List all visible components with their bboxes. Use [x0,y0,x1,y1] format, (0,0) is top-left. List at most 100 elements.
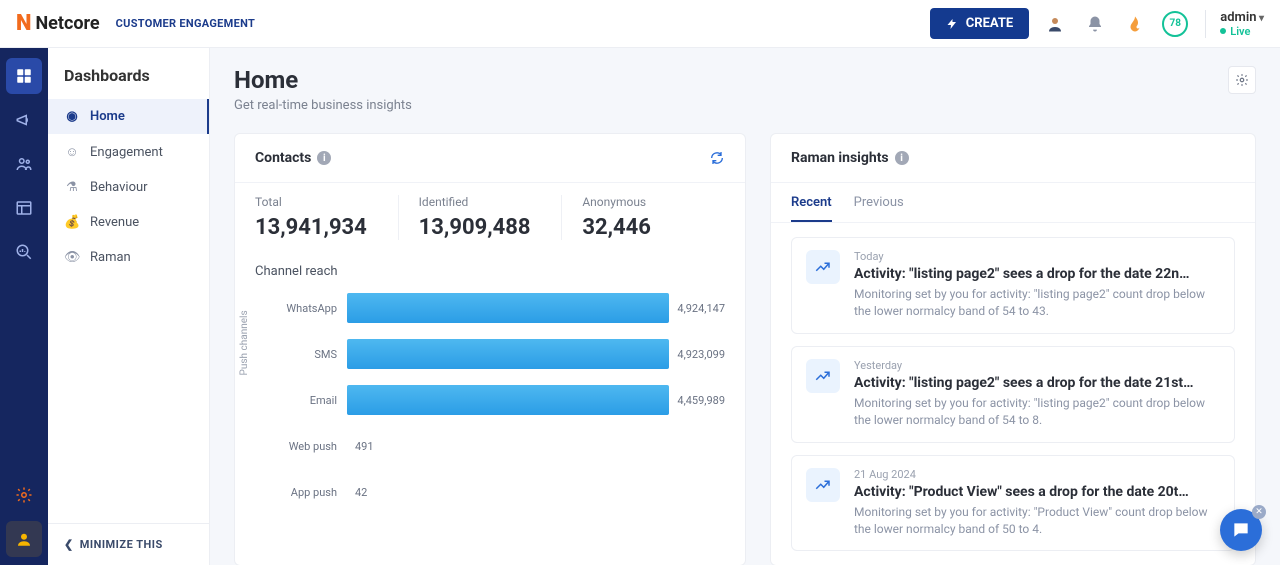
chart-row: Email4,459,989 [275,377,725,423]
info-icon[interactable]: i [317,151,331,165]
info-icon[interactable]: i [895,151,909,165]
rail-item-analytics[interactable] [6,234,42,270]
product-tag: CUSTOMER ENGAGEMENT [116,17,255,30]
sidebar-item-raman[interactable]: 👁 Raman [48,240,209,275]
fire-icon [1126,15,1144,33]
page-settings-button[interactable] [1228,66,1256,94]
gear-icon [1235,73,1249,87]
sidebar-item-revenue[interactable]: 💰 Revenue [48,205,209,240]
insight-icon [806,468,840,502]
account-menu[interactable]: admin Live [1205,10,1264,38]
chart-row-track: 42 [347,486,725,499]
megaphone-icon [15,111,33,129]
raman-card: Raman insights i Recent Previous TodayAc… [770,133,1256,565]
trend-up-icon [814,476,832,494]
insight-card[interactable]: 21 Aug 2024Activity: "Product View" sees… [791,455,1235,552]
globe-icon: ◉ [64,109,80,124]
rail-item-profile[interactable] [6,521,42,557]
lightning-icon [946,17,958,31]
stat-value: 32,446 [582,215,713,240]
rail-item-content[interactable] [6,190,42,226]
chart-row-label: Email [275,394,347,407]
page-subtitle: Get real-time business insights [234,98,412,113]
chart-bar [347,385,669,415]
chart-bar [347,293,669,323]
chart-row-value: 491 [347,440,374,453]
chart-row-value: 4,924,147 [669,302,725,315]
minimize-label: MINIMIZE THIS [80,538,163,551]
refresh-icon [709,150,725,166]
chart-row: App push42 [275,469,725,515]
chevron-left-icon: ❮ [64,538,74,551]
insight-title: Activity: "listing page2" sees a drop fo… [854,375,1220,391]
grid-icon [15,67,33,85]
insight-title: Activity: "Product View" sees a drop for… [854,484,1220,500]
chart-row-value: 4,923,099 [669,348,725,361]
sidebar-item-label: Home [90,109,125,124]
sidebar-item-home[interactable]: ◉ Home [48,99,209,134]
sidebar-title: Dashboards [48,48,209,99]
sidebar-item-label: Engagement [90,145,163,160]
chart-row-label: Web push [275,440,347,453]
stat-anonymous: Anonymous 32,446 [561,195,725,240]
search-analytics-icon [15,243,33,261]
refresh-button[interactable] [709,150,725,166]
rail-item-dashboards[interactable] [6,58,42,94]
chart-y-axis-label: Push channels [239,310,250,375]
bag-icon: 💰 [64,215,80,230]
raman-score-badge[interactable]: 78 [1161,10,1189,38]
contacts-card: Contacts i Total 13,941,934 Identified 1… [234,133,746,565]
rail-item-audience[interactable] [6,146,42,182]
insight-icon [806,250,840,284]
profile-icon [15,530,33,548]
sidebar-item-label: Raman [90,250,131,265]
chart-row-track: 4,459,989 [347,385,725,415]
create-button-label: CREATE [966,16,1013,31]
gear-icon [15,486,33,504]
chart-bar [347,339,669,369]
raman-card-title: Raman insights [791,150,889,166]
insight-desc: Monitoring set by you for activity: "lis… [854,395,1220,430]
rail-item-campaigns[interactable] [6,102,42,138]
minimize-button[interactable]: ❮ MINIMIZE THIS [48,523,209,565]
brand-logo[interactable]: N Netcore [16,11,100,36]
stat-identified: Identified 13,909,488 [398,195,562,240]
brand-logo-mark: N [16,11,31,36]
insight-card[interactable]: YesterdayActivity: "listing page2" sees … [791,346,1235,443]
notifications-icon[interactable] [1081,10,1109,38]
rail-item-settings[interactable] [6,477,42,513]
insight-desc: Monitoring set by you for activity: "Pro… [854,504,1220,539]
tab-recent[interactable]: Recent [791,195,832,222]
bell-icon [1086,15,1104,33]
account-name: admin [1220,10,1264,25]
nav-rail [0,48,48,565]
tab-previous[interactable]: Previous [854,195,904,222]
stat-label: Identified [419,195,550,209]
sidebar: Dashboards ◉ Home ☺ Engagement ⚗ Behavio… [48,48,210,565]
person-icon [1046,15,1064,33]
flame-icon[interactable] [1121,10,1149,38]
insight-desc: Monitoring set by you for activity: "lis… [854,286,1220,321]
sidebar-item-label: Revenue [90,215,139,230]
stat-label: Anonymous [582,195,713,209]
insight-card[interactable]: TodayActivity: "listing page2" sees a dr… [791,237,1235,334]
stat-label: Total [255,195,386,209]
close-icon[interactable]: ✕ [1252,505,1266,519]
sidebar-item-behaviour[interactable]: ⚗ Behaviour [48,170,209,205]
chart-row-label: SMS [275,348,347,361]
insight-icon [806,359,840,393]
trend-up-icon [814,367,832,385]
chart-row-value: 42 [347,486,367,499]
account-status: Live [1220,25,1264,38]
sidebar-item-engagement[interactable]: ☺ Engagement [48,134,209,170]
contacts-card-title: Contacts [255,150,311,166]
users-icon [15,155,33,173]
chart-row-label: App push [275,486,347,499]
users-icon: ☺ [64,144,80,160]
chart-row-track: 491 [347,440,725,453]
avatar-icon[interactable] [1041,10,1069,38]
create-button[interactable]: CREATE [930,8,1029,39]
raman-score-value: 78 [1162,11,1188,37]
chat-fab[interactable]: ✕ [1220,509,1262,551]
chat-icon [1231,520,1251,540]
